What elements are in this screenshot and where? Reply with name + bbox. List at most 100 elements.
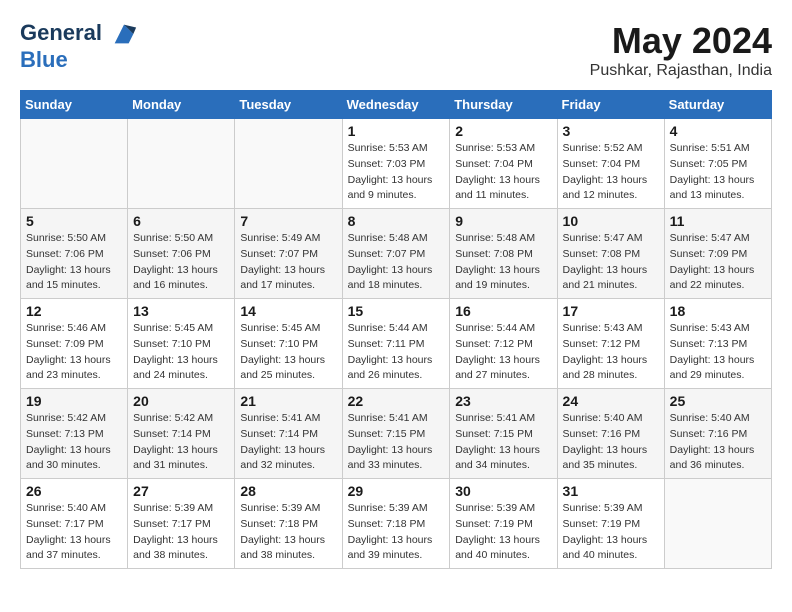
day-number: 26 (26, 483, 122, 499)
calendar-cell: 1 Sunrise: 5:53 AMSunset: 7:03 PMDaylight… (342, 119, 450, 209)
day-number: 10 (563, 213, 659, 229)
day-info: Sunrise: 5:48 AMSunset: 7:08 PMDaylight:… (455, 231, 551, 294)
calendar-cell: 28 Sunrise: 5:39 AMSunset: 7:18 PMDayligh… (235, 479, 342, 569)
calendar-cell (235, 119, 342, 209)
calendar-cell: 12 Sunrise: 5:46 AMSunset: 7:09 PMDayligh… (21, 299, 128, 389)
day-info: Sunrise: 5:44 AMSunset: 7:12 PMDaylight:… (455, 321, 551, 384)
calendar-cell: 23 Sunrise: 5:41 AMSunset: 7:15 PMDayligh… (450, 389, 557, 479)
day-info: Sunrise: 5:46 AMSunset: 7:09 PMDaylight:… (26, 321, 122, 384)
calendar-cell: 30Sunrise: 5:39 AMSunset: 7:19 PMDayligh… (450, 479, 557, 569)
day-info: Sunrise: 5:40 AMSunset: 7:17 PMDaylight:… (26, 501, 122, 564)
day-info: Sunrise: 5:50 AMSunset: 7:06 PMDaylight:… (26, 231, 122, 294)
calendar-cell: 19 Sunrise: 5:42 AMSunset: 7:13 PMDayligh… (21, 389, 128, 479)
day-number: 28 (240, 483, 336, 499)
calendar-week-row: 1 Sunrise: 5:53 AMSunset: 7:03 PMDaylight… (21, 119, 772, 209)
calendar-cell: 7 Sunrise: 5:49 AMSunset: 7:07 PMDaylight… (235, 209, 342, 299)
day-number: 6 (133, 213, 229, 229)
day-info: Sunrise: 5:47 AMSunset: 7:08 PMDaylight:… (563, 231, 659, 294)
logo-general: General (20, 20, 102, 45)
day-number: 11 (670, 213, 766, 229)
logo-icon (110, 20, 138, 48)
calendar-week-row: 26 Sunrise: 5:40 AMSunset: 7:17 PMDayligh… (21, 479, 772, 569)
day-info: Sunrise: 5:45 AMSunset: 7:10 PMDaylight:… (240, 321, 336, 384)
day-number: 12 (26, 303, 122, 319)
calendar-cell: 10 Sunrise: 5:47 AMSunset: 7:08 PMDayligh… (557, 209, 664, 299)
calendar-cell: 26 Sunrise: 5:40 AMSunset: 7:17 PMDayligh… (21, 479, 128, 569)
calendar-header-row: SundayMondayTuesdayWednesdayThursdayFrid… (21, 91, 772, 119)
day-number: 14 (240, 303, 336, 319)
calendar-cell: 24 Sunrise: 5:40 AMSunset: 7:16 PMDayligh… (557, 389, 664, 479)
day-number: 25 (670, 393, 766, 409)
day-info: Sunrise: 5:51 AMSunset: 7:05 PMDaylight:… (670, 141, 766, 204)
day-info: Sunrise: 5:49 AMSunset: 7:07 PMDaylight:… (240, 231, 336, 294)
day-info: Sunrise: 5:41 AMSunset: 7:15 PMDaylight:… (455, 411, 551, 474)
calendar-cell: 4 Sunrise: 5:51 AMSunset: 7:05 PMDaylight… (664, 119, 771, 209)
calendar-cell: 2Sunrise: 5:53 AMSunset: 7:04 PMDaylight… (450, 119, 557, 209)
calendar-cell: 14 Sunrise: 5:45 AMSunset: 7:10 PMDayligh… (235, 299, 342, 389)
day-number: 23 (455, 393, 551, 409)
calendar-cell: 16 Sunrise: 5:44 AMSunset: 7:12 PMDayligh… (450, 299, 557, 389)
title-block: May 2024 Pushkar, Rajasthan, India (590, 20, 772, 80)
day-header-tuesday: Tuesday (235, 91, 342, 119)
day-number: 15 (348, 303, 445, 319)
day-number: 13 (133, 303, 229, 319)
calendar-cell: 27 Sunrise: 5:39 AMSunset: 7:17 PMDayligh… (128, 479, 235, 569)
calendar-cell: 17Sunrise: 5:43 AMSunset: 7:12 PMDayligh… (557, 299, 664, 389)
calendar-cell (21, 119, 128, 209)
day-number: 24 (563, 393, 659, 409)
day-info: Sunrise: 5:48 AMSunset: 7:07 PMDaylight:… (348, 231, 445, 294)
calendar-cell: 20 Sunrise: 5:42 AMSunset: 7:14 PMDayligh… (128, 389, 235, 479)
day-info: Sunrise: 5:39 AMSunset: 7:19 PMDaylight:… (563, 501, 659, 564)
day-number: 5 (26, 213, 122, 229)
day-info: Sunrise: 5:43 AMSunset: 7:13 PMDaylight:… (670, 321, 766, 384)
calendar-cell: 21 Sunrise: 5:41 AMSunset: 7:14 PMDayligh… (235, 389, 342, 479)
day-header-thursday: Thursday (450, 91, 557, 119)
day-info: Sunrise: 5:45 AMSunset: 7:10 PMDaylight:… (133, 321, 229, 384)
day-header-sunday: Sunday (21, 91, 128, 119)
day-info: Sunrise: 5:52 AMSunset: 7:04 PMDaylight:… (563, 141, 659, 204)
day-number: 18 (670, 303, 766, 319)
calendar-week-row: 12 Sunrise: 5:46 AMSunset: 7:09 PMDayligh… (21, 299, 772, 389)
day-info: Sunrise: 5:42 AMSunset: 7:13 PMDaylight:… (26, 411, 122, 474)
day-number: 4 (670, 123, 766, 139)
day-number: 8 (348, 213, 445, 229)
day-number: 7 (240, 213, 336, 229)
day-number: 29 (348, 483, 445, 499)
day-info: Sunrise: 5:39 AMSunset: 7:17 PMDaylight:… (133, 501, 229, 564)
day-info: Sunrise: 5:42 AMSunset: 7:14 PMDaylight:… (133, 411, 229, 474)
day-info: Sunrise: 5:39 AMSunset: 7:18 PMDaylight:… (240, 501, 336, 564)
calendar-cell (664, 479, 771, 569)
day-number: 1 (348, 123, 445, 139)
day-number: 31 (563, 483, 659, 499)
day-number: 16 (455, 303, 551, 319)
day-header-friday: Friday (557, 91, 664, 119)
calendar-table: SundayMondayTuesdayWednesdayThursdayFrid… (20, 90, 772, 569)
day-number: 19 (26, 393, 122, 409)
calendar-cell: 22 Sunrise: 5:41 AMSunset: 7:15 PMDayligh… (342, 389, 450, 479)
location-title: Pushkar, Rajasthan, India (590, 62, 772, 80)
day-header-saturday: Saturday (664, 91, 771, 119)
day-number: 22 (348, 393, 445, 409)
day-info: Sunrise: 5:39 AMSunset: 7:19 PMDaylight:… (455, 501, 551, 564)
day-info: Sunrise: 5:47 AMSunset: 7:09 PMDaylight:… (670, 231, 766, 294)
day-info: Sunrise: 5:40 AMSunset: 7:16 PMDaylight:… (563, 411, 659, 474)
day-number: 9 (455, 213, 551, 229)
logo-text: General (20, 20, 138, 48)
logo-blue: Blue (20, 48, 138, 72)
day-number: 21 (240, 393, 336, 409)
logo: General Blue (20, 20, 138, 72)
calendar-cell: 3 Sunrise: 5:52 AMSunset: 7:04 PMDaylight… (557, 119, 664, 209)
day-number: 17 (563, 303, 659, 319)
calendar-cell: 8 Sunrise: 5:48 AMSunset: 7:07 PMDaylight… (342, 209, 450, 299)
day-info: Sunrise: 5:53 AMSunset: 7:03 PMDaylight:… (348, 141, 445, 204)
calendar-week-row: 5 Sunrise: 5:50 AMSunset: 7:06 PMDaylight… (21, 209, 772, 299)
day-info: Sunrise: 5:40 AMSunset: 7:16 PMDaylight:… (670, 411, 766, 474)
day-info: Sunrise: 5:41 AMSunset: 7:15 PMDaylight:… (348, 411, 445, 474)
day-info: Sunrise: 5:41 AMSunset: 7:14 PMDaylight:… (240, 411, 336, 474)
day-number: 3 (563, 123, 659, 139)
page-header: General Blue May 2024 Pushkar, Rajasthan… (20, 20, 772, 80)
day-number: 27 (133, 483, 229, 499)
day-number: 20 (133, 393, 229, 409)
calendar-cell (128, 119, 235, 209)
calendar-cell: 29Sunrise: 5:39 AMSunset: 7:18 PMDayligh… (342, 479, 450, 569)
